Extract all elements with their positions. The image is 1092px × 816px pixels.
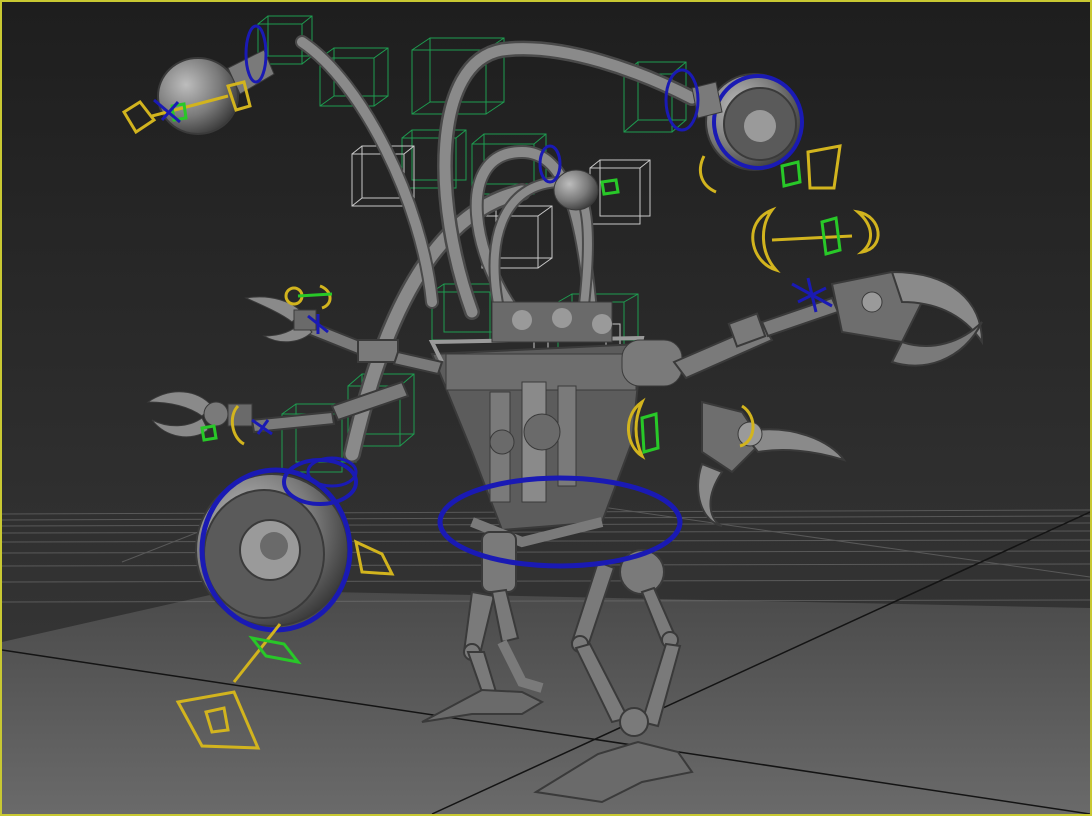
- perspective-viewport[interactable]: [0, 0, 1092, 816]
- ground-plane: [2, 590, 1090, 814]
- viewport-canvas[interactable]: [2, 2, 1090, 814]
